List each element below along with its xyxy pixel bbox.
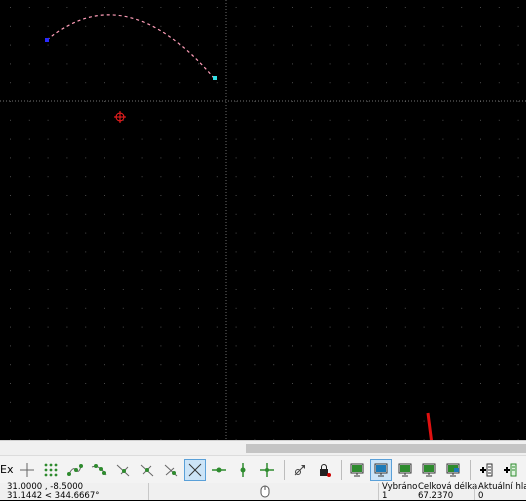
view-monitor-3-icon[interactable] (394, 459, 416, 481)
snap-distance-icon[interactable] (160, 459, 182, 481)
mouse-icon (260, 485, 270, 501)
snap-toolbar: Ex (0, 455, 526, 484)
arc-start-point[interactable] (45, 38, 49, 42)
snap-endpoints-icon[interactable] (64, 459, 86, 481)
view-monitor-2-icon[interactable] (370, 458, 393, 481)
current-layer-label: Aktuální hla (478, 482, 526, 492)
toolbar-separator (341, 459, 343, 480)
snap-free-icon[interactable] (16, 459, 38, 481)
view-monitor-5-icon[interactable] (442, 459, 464, 481)
annotation-arrow (426, 412, 433, 440)
scrollbar-thumb[interactable] (246, 444, 526, 453)
add-layer-icon[interactable] (475, 459, 497, 481)
arc-entity[interactable] (46, 14, 215, 79)
status-divider (378, 483, 379, 500)
toolbar-separator (284, 459, 286, 480)
snap-center-icon[interactable] (112, 459, 134, 481)
horizontal-scrollbar[interactable] (0, 440, 526, 456)
toolbar-separator (470, 459, 472, 480)
lock-relative-zero-icon[interactable] (313, 459, 335, 481)
view-monitor-1-icon[interactable] (346, 459, 368, 481)
snap-on-entity-icon[interactable] (88, 459, 110, 481)
status-divider (474, 483, 475, 500)
restrict-horizontal-icon[interactable] (208, 459, 230, 481)
snap-middle-icon[interactable] (136, 459, 158, 481)
add-layer-green-icon[interactable] (499, 459, 521, 481)
status-divider (148, 483, 149, 500)
restrict-vertical-icon[interactable] (232, 459, 254, 481)
snap-intersection-icon[interactable] (184, 458, 207, 481)
relative-zero-marker (114, 111, 126, 123)
status-bar: 31.0000 , -8.5000 31.1442 < 344.6667° Vy… (0, 482, 526, 501)
snap-grid-icon[interactable] (40, 459, 62, 481)
selected-label: Vybráno (382, 482, 418, 492)
drawing-canvas[interactable] (0, 0, 526, 440)
set-relative-zero-icon[interactable] (289, 459, 311, 481)
arc-end-point[interactable] (213, 76, 217, 80)
restrict-orthogonal-icon[interactable] (256, 459, 278, 481)
toolbar-cut-label: Ex (0, 463, 14, 476)
view-monitor-4-icon[interactable] (418, 459, 440, 481)
